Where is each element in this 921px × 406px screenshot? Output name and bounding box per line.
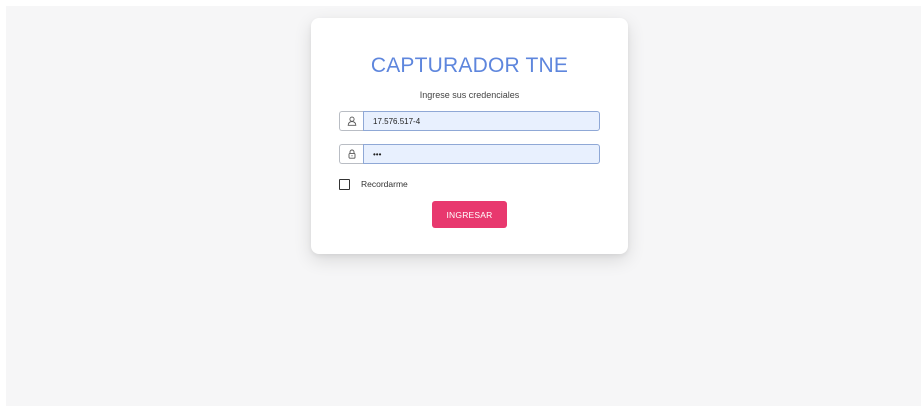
remember-me-checkbox[interactable] <box>339 178 350 190</box>
remember-me-label[interactable]: Recordarme <box>361 179 408 189</box>
password-input[interactable] <box>363 144 600 164</box>
lock-icon <box>339 144 363 164</box>
login-button[interactable]: INGRESAR <box>432 201 507 228</box>
login-title: CAPTURADOR TNE <box>370 54 569 77</box>
login-card: CAPTURADOR TNE Ingrese sus credenciales … <box>311 18 628 254</box>
password-input-group <box>339 144 600 164</box>
user-icon <box>339 111 363 131</box>
login-subtitle: Ingrese sus credenciales <box>419 90 520 100</box>
remember-me-row: Recordarme <box>339 177 408 191</box>
username-input[interactable] <box>363 111 600 131</box>
username-input-group <box>339 111 600 131</box>
